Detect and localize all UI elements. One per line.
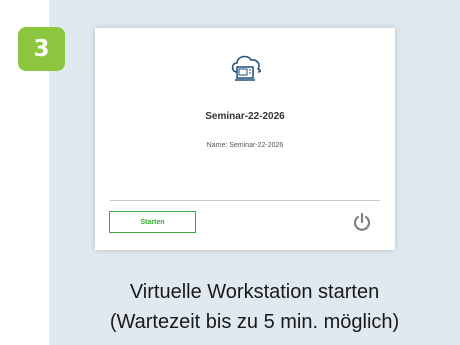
power-icon[interactable] [351,211,373,233]
step-number-badge: 3 [18,27,65,71]
step-number: 3 [33,36,50,62]
workstation-name: Name: Seminar-22-2026 [206,142,284,149]
card-divider [110,200,380,201]
workstation-card: Seminar-22-2026 Name: Seminar-22-2026 St… [95,28,395,250]
caption-line-1: Virtuelle Workstation starten [129,281,380,303]
cloud-computer-icon [231,55,261,81]
caption-line-2: (Wartezeit bis zu 5 min. möglich) [109,311,400,333]
caption: Virtuelle Workstation starten (Wartezeit… [49,277,460,337]
start-button[interactable]: Starten [109,211,196,233]
workstation-title: Seminar-22-2026 [205,111,285,122]
